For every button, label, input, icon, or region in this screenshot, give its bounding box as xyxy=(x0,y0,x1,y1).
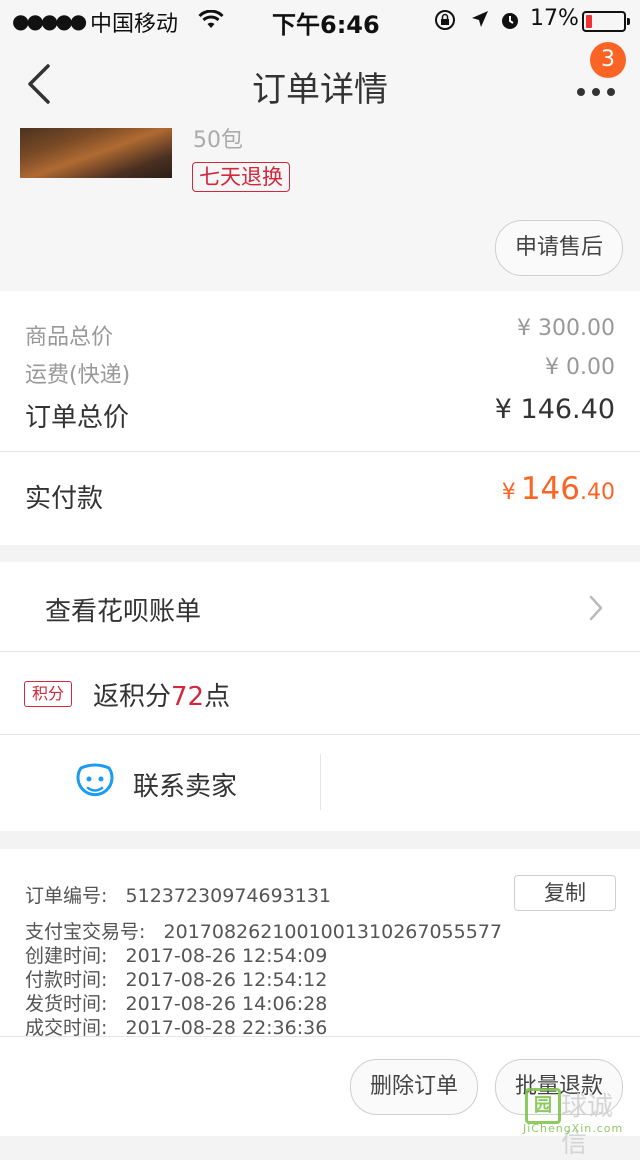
order-total-label: 订单总价 xyxy=(25,403,130,433)
rotation-lock-icon xyxy=(434,9,456,35)
actions-section: 查看花呗账单 积分 返积分72点 联系卖家 xyxy=(0,562,640,831)
divider xyxy=(0,734,640,735)
navigation-bar: 订单详情 3 xyxy=(0,40,640,128)
paid-amount-label: 实付款 xyxy=(25,484,104,514)
paid-decimal: .40 xyxy=(580,480,615,505)
shipped-time: 发货时间: 2017-08-26 14:06:28 xyxy=(25,993,328,1015)
alarm-icon xyxy=(499,9,521,35)
product-section: 50包 七天退换 申请售后 xyxy=(0,128,640,291)
battery-icon xyxy=(582,11,630,32)
watermark-icon: 园 xyxy=(525,1088,561,1124)
divider xyxy=(0,651,640,652)
huabei-bill-link[interactable]: 查看花呗账单 xyxy=(45,591,201,628)
watermark-logo: 园 球诚信 JiChengXin.com xyxy=(521,1084,637,1159)
product-image[interactable] xyxy=(20,128,172,178)
alipay-trade-number: 支付宝交易号: 2017082621001001310267055577 xyxy=(25,921,502,943)
shipping-value: ¥ 0.00 xyxy=(545,355,615,380)
battery-level xyxy=(586,15,592,28)
page-title: 订单详情 xyxy=(252,70,388,110)
divider xyxy=(0,1036,640,1037)
delete-order-button[interactable]: 删除订单 xyxy=(350,1059,478,1115)
more-icon[interactable] xyxy=(576,82,616,101)
price-section: 商品总价 ¥ 300.00 运费(快递) ¥ 0.00 订单总价 ¥ 146.4… xyxy=(0,291,640,545)
points-number: 72 xyxy=(171,682,205,712)
location-icon xyxy=(470,9,490,33)
created-time: 创建时间: 2017-08-26 12:54:09 xyxy=(25,945,328,967)
signal-strength: ●●●●● xyxy=(12,9,87,33)
return-policy-tag: 七天退换 xyxy=(192,162,290,192)
points-suffix: 点 xyxy=(204,682,231,712)
status-bar: ●●●●● 中国移动 下午6:46 17% xyxy=(0,0,640,40)
clock: 下午6:46 xyxy=(272,11,380,39)
after-sale-button[interactable]: 申请售后 xyxy=(495,220,623,276)
shipping-label: 运费(快递) xyxy=(25,363,131,388)
paid-integer: 146 xyxy=(520,471,580,507)
points-reward: 返积分72点 xyxy=(93,676,230,713)
watermark-url: JiChengXin.com xyxy=(523,1122,624,1135)
paid-currency: ¥ xyxy=(501,480,516,505)
notification-badge[interactable]: 3 xyxy=(590,42,626,78)
paid-time: 付款时间: 2017-08-26 12:54:12 xyxy=(25,969,328,991)
wifi-icon xyxy=(198,9,224,34)
divider xyxy=(0,451,640,452)
points-badge: 积分 xyxy=(24,681,72,707)
chat-face-icon[interactable] xyxy=(75,762,115,806)
goods-total-label: 商品总价 xyxy=(25,325,114,350)
product-quantity: 50包 xyxy=(193,128,243,153)
carrier-name: 中国移动 xyxy=(90,12,179,37)
contact-seller-button[interactable]: 联系卖家 xyxy=(133,766,237,803)
order-total-value: ¥ 146.40 xyxy=(494,394,615,425)
goods-total-value: ¥ 300.00 xyxy=(517,316,615,341)
chevron-right-icon[interactable] xyxy=(588,594,604,626)
order-number: 订单编号: 51237230974693131 xyxy=(25,885,332,907)
copy-button[interactable]: 复制 xyxy=(514,875,616,911)
battery-percent: 17% xyxy=(530,6,579,31)
points-prefix: 返积分 xyxy=(93,682,172,712)
paid-amount-value: ¥ 146.40 xyxy=(502,471,615,507)
vertical-divider xyxy=(320,754,321,810)
